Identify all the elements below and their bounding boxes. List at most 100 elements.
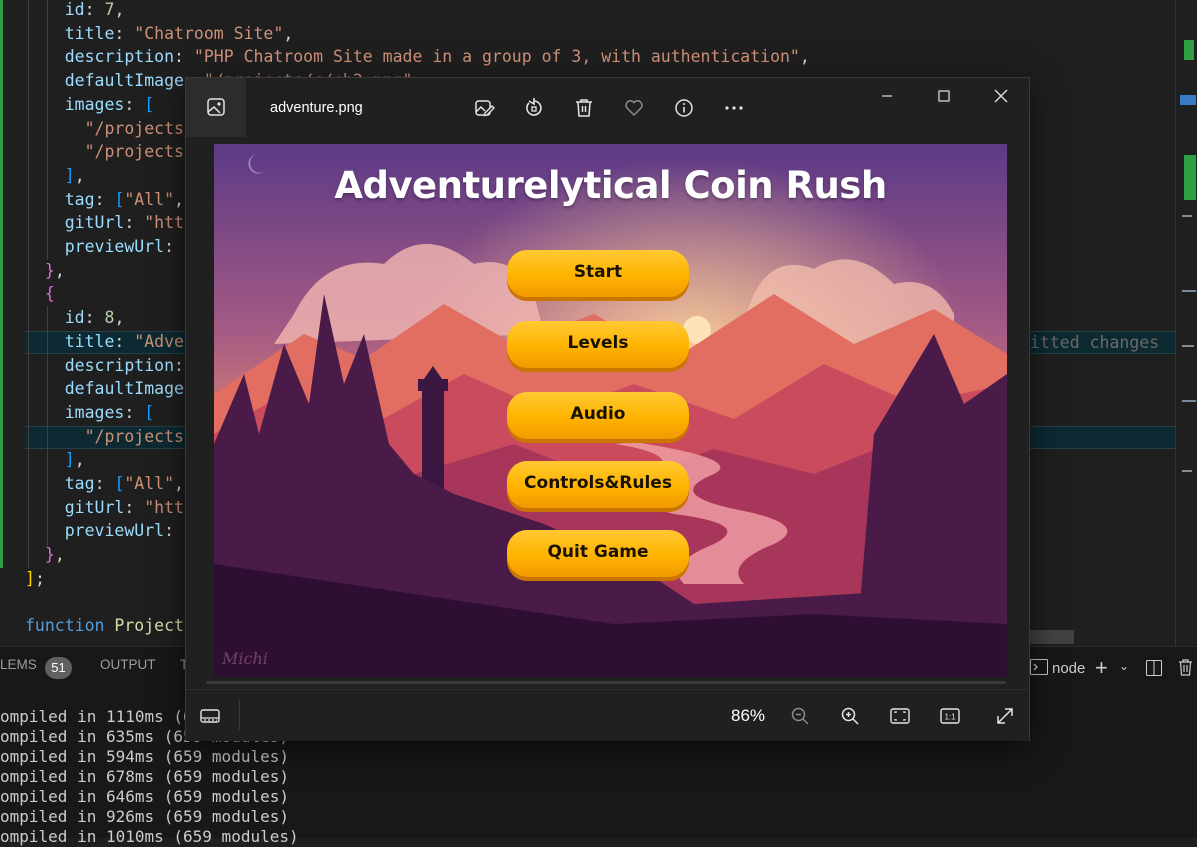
code-line[interactable]: defaultImage: — [25, 377, 204, 400]
image-scrollbar[interactable] — [206, 681, 1006, 684]
zoom-out-icon[interactable] — [786, 702, 814, 730]
delete-icon[interactable] — [570, 94, 598, 122]
start-button: Start — [507, 250, 689, 297]
terminal-line: ompiled in 646ms (659 modules) — [0, 787, 289, 806]
gallery-icon — [202, 93, 230, 121]
problems-count-badge: 51 — [45, 657, 72, 679]
code-token: , — [54, 260, 65, 280]
code-line[interactable]: gitUrl: "http — [25, 496, 194, 519]
terminal-line: ompiled in 678ms (659 modules) — [0, 767, 289, 786]
code-line[interactable]: title: "Chatroom Site", — [25, 22, 294, 45]
code-line[interactable]: title: "Adven — [25, 330, 194, 353]
terminal-line: ompiled in 1010ms (659 modules) — [0, 827, 299, 846]
app-tab[interactable] — [186, 78, 246, 137]
code-line[interactable]: previewUrl: " — [25, 519, 194, 542]
code-line[interactable]: description: — [25, 354, 194, 377]
code-line[interactable]: }, — [25, 259, 65, 282]
terminal-shell-label[interactable]: node — [1052, 660, 1085, 677]
code-line[interactable]: gitUrl: "http — [25, 211, 194, 234]
code-line[interactable]: ], — [25, 448, 85, 471]
artist-signature: Michi — [222, 649, 268, 668]
displayed-image[interactable]: Adventurelytical Coin Rush Start Levels … — [214, 144, 1007, 677]
code-token: [ — [144, 402, 155, 422]
code-line[interactable]: id: 8, — [25, 306, 125, 329]
close-icon[interactable] — [987, 82, 1015, 110]
maximize-icon[interactable] — [930, 82, 958, 110]
code-token: : — [174, 47, 194, 67]
horizontal-scrollbar[interactable] — [1030, 630, 1074, 644]
code-token: gitUrl — [64, 497, 125, 517]
code-token: [ — [114, 189, 125, 209]
chevron-down-icon[interactable]: ⌄ — [1119, 659, 1129, 673]
fit-to-window-icon[interactable] — [886, 702, 914, 730]
code-line[interactable]: "/projectsp — [25, 425, 194, 448]
rotate-icon[interactable] — [520, 94, 548, 122]
tab-output[interactable]: OUTPUT — [100, 657, 156, 672]
code-token: ] — [25, 568, 35, 588]
zoom-in-icon[interactable] — [836, 702, 864, 730]
info-icon[interactable] — [670, 94, 698, 122]
code-line[interactable]: images: [ — [25, 93, 154, 116]
tab-problems[interactable]: LEMS — [0, 657, 37, 672]
favorite-heart-icon[interactable] — [620, 94, 648, 122]
minimap-code-mark — [1182, 290, 1196, 292]
code-token: : — [114, 23, 135, 43]
code-token: id — [64, 0, 85, 19]
code-line[interactable]: }, — [25, 543, 65, 566]
code-line[interactable]: function ProjectD — [25, 614, 194, 637]
code-line[interactable]: id: 7, — [25, 0, 125, 21]
code-line[interactable]: images: [ — [25, 401, 154, 424]
code-token: : — [124, 94, 145, 114]
code-line[interactable]: tag: ["All", — [25, 472, 194, 495]
code-line[interactable]: ]; — [25, 567, 45, 590]
code-line[interactable]: description: "PHP Chatroom Site made in … — [25, 45, 810, 68]
terminal-line: ompiled in 926ms (659 modules) — [0, 807, 289, 826]
code-token: , — [283, 23, 294, 43]
code-token: "All" — [124, 474, 175, 493]
code-token: id — [64, 308, 85, 328]
code-token: tag — [64, 474, 95, 493]
filmstrip-icon[interactable] — [196, 702, 224, 730]
code-line[interactable]: "/projectsp — [25, 117, 194, 140]
code-token: "/projectsp — [84, 426, 194, 446]
levels-button: Levels — [507, 321, 689, 368]
minimap-git-mark — [1184, 40, 1194, 60]
code-token: previewUrl — [64, 521, 165, 541]
zoom-level[interactable]: 86% — [731, 706, 765, 726]
photo-viewer-window: adventure.png Adventurelytical Coin Rush… — [185, 77, 1030, 741]
code-token: : — [94, 189, 115, 209]
code-token: defaultImage — [64, 379, 184, 399]
code-token: ; — [34, 568, 45, 588]
more-options-icon[interactable] — [720, 94, 748, 122]
code-token: : — [164, 521, 184, 541]
code-token: : — [164, 237, 184, 256]
code-token: "PHP Chatroom Site made in a group of 3,… — [193, 47, 800, 67]
code-token: , — [74, 450, 85, 470]
viewer-bottom-bar: 86% 1:1 — [186, 689, 1029, 741]
git-change-gutter — [0, 0, 3, 568]
code-line[interactable]: previewUrl: " — [25, 235, 194, 258]
code-line[interactable]: ], — [25, 164, 85, 187]
minimap-selection-mark — [1180, 95, 1196, 105]
actual-size-icon[interactable]: 1:1 — [936, 702, 964, 730]
code-line[interactable]: { — [25, 282, 55, 305]
code-token: 8 — [104, 308, 115, 328]
edit-image-icon[interactable] — [470, 94, 498, 122]
new-terminal-plus-icon[interactable]: + — [1095, 655, 1108, 681]
split-terminal-icon[interactable] — [1146, 660, 1162, 680]
minimap[interactable] — [1175, 0, 1197, 646]
code-line[interactable]: tag: ["All", — [25, 188, 194, 211]
code-line[interactable]: "/projectsp — [25, 140, 194, 163]
minimize-icon[interactable] — [873, 82, 901, 110]
code-token: : — [124, 402, 145, 422]
trash-icon[interactable] — [1178, 659, 1193, 680]
full-screen-icon[interactable] — [991, 702, 1019, 730]
